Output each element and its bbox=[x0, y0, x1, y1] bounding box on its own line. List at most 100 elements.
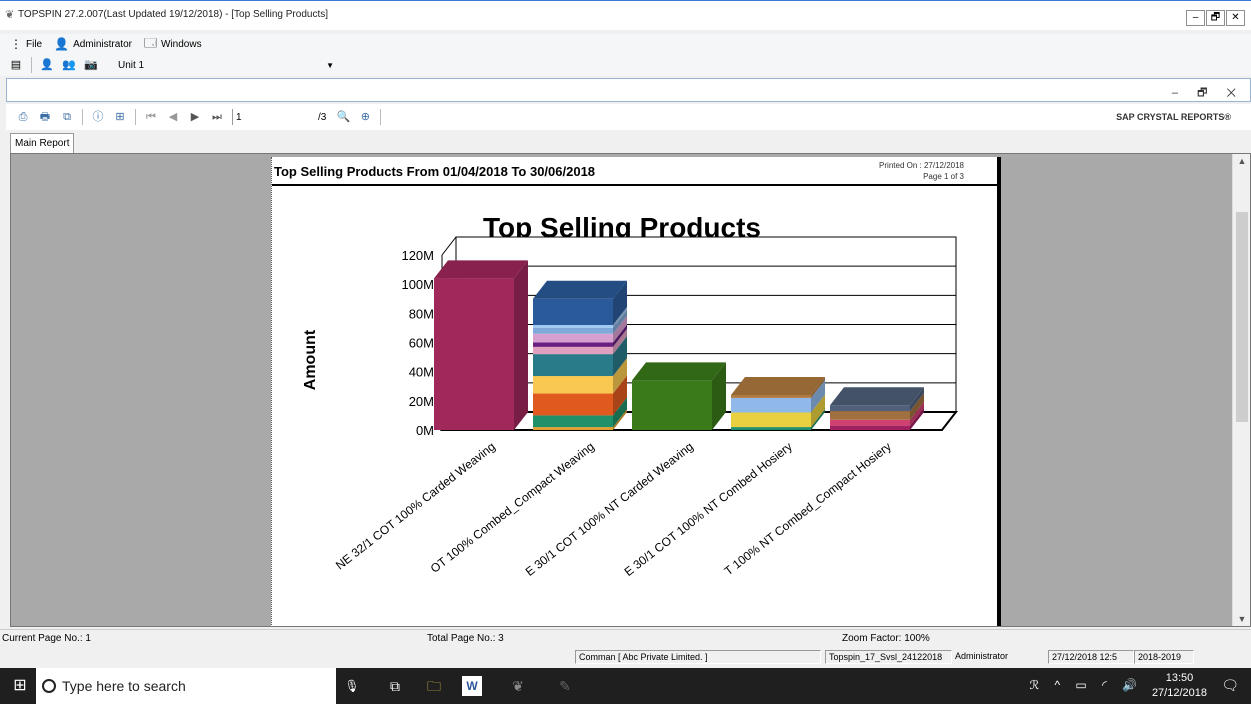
unit-select-value: Unit 1 bbox=[118, 60, 145, 71]
maximize-button[interactable]: 🗗 bbox=[1206, 10, 1225, 26]
scroll-thumb[interactable] bbox=[1236, 212, 1248, 422]
bar-segment bbox=[533, 354, 613, 377]
bar-segment bbox=[830, 411, 910, 420]
bar-top bbox=[632, 362, 726, 381]
app-icon: ❦ bbox=[5, 9, 15, 21]
separator bbox=[82, 109, 83, 125]
scroll-up-icon[interactable]: ▲ bbox=[1233, 156, 1250, 166]
bar-top bbox=[533, 280, 627, 299]
search-placeholder: Type here to search bbox=[62, 678, 186, 694]
title-bar: ❦ TOPSPIN 27.2.007(Last Updated 19/12/20… bbox=[0, 0, 1251, 30]
bar-segment bbox=[533, 393, 613, 416]
microphone-icon[interactable]: 🎙 bbox=[342, 676, 362, 696]
minimize-button[interactable]: – bbox=[1186, 10, 1205, 26]
print-icon[interactable]: 🖶 bbox=[37, 109, 53, 125]
y-tick-label: 120M bbox=[401, 248, 434, 263]
close-button[interactable]: ✕ bbox=[1226, 10, 1245, 26]
page-shadow bbox=[997, 157, 1001, 626]
system-tray[interactable]: ℛ ^ ▭ ◜ 🔊 bbox=[1030, 678, 1143, 692]
export-icon[interactable]: ⎙ bbox=[15, 109, 31, 125]
y-tick-label: 40M bbox=[409, 365, 434, 380]
child-window-bar: – 🗗 ✕ bbox=[6, 78, 1251, 102]
bar-segment bbox=[533, 415, 613, 428]
user-icon[interactable]: 👤 bbox=[39, 57, 55, 73]
taskbar-search[interactable]: Type here to search bbox=[36, 668, 336, 704]
word-icon[interactable]: W bbox=[462, 676, 482, 696]
users-icon[interactable]: 👥 bbox=[61, 57, 77, 73]
topspin-app-icon[interactable]: ✎ bbox=[555, 676, 575, 696]
report-toolbar: ⎙ 🖶 ⧉ ⓘ ⊞ ⏮ ◀ ▶ ⏭ /3 🔍 ⊕ SAP CRYSTAL REP… bbox=[6, 104, 1251, 130]
database-cell: Topspin_17_Svsl_24122018 bbox=[825, 650, 952, 664]
bar-segment bbox=[632, 380, 712, 430]
copy-icon[interactable]: ⧉ bbox=[59, 109, 75, 125]
bar-top bbox=[830, 387, 924, 406]
sap-brand: SAP CRYSTAL REPORTS® bbox=[1116, 112, 1231, 122]
x-tick-label: E 30/1 COT 100% NT Combed Hosiery bbox=[622, 439, 795, 579]
task-view-icon[interactable]: ⧉ bbox=[385, 676, 405, 696]
clock-date: 27/12/2018 bbox=[1151, 687, 1207, 699]
bar-segment bbox=[533, 376, 613, 394]
user-icon: 👤 bbox=[54, 37, 70, 51]
prev-page-icon[interactable]: ◀ bbox=[165, 109, 181, 125]
year-cell: 2018-2019 bbox=[1134, 650, 1194, 664]
y-tick-label: 20M bbox=[409, 394, 434, 409]
first-page-icon[interactable]: ⏮ bbox=[143, 109, 159, 125]
help-icon[interactable]: ⓘ bbox=[90, 109, 106, 125]
menu-windows[interactable]: 🗔 Windows bbox=[144, 34, 202, 55]
group-tree-icon[interactable]: ⊞ bbox=[112, 109, 128, 125]
bar-segment bbox=[731, 395, 811, 398]
grid-diagonal bbox=[441, 236, 457, 256]
next-page-icon[interactable]: ▶ bbox=[187, 109, 203, 125]
company-cell: Comman [ Abc Private Limited. ] bbox=[575, 650, 821, 664]
taskbar: ⊞ Type here to search 🎙 ⧉ 🗀 W ❦ ✎ ℛ ^ ▭ … bbox=[0, 668, 1251, 704]
scroll-down-icon[interactable]: ▼ bbox=[1233, 614, 1250, 624]
menu-windows-label: Windows bbox=[161, 38, 202, 50]
zoom-status: Zoom Factor: 100% bbox=[842, 633, 930, 644]
report-viewer[interactable]: Top Selling Products From 01/04/2018 To … bbox=[10, 153, 1251, 627]
page-number-input[interactable] bbox=[232, 109, 314, 125]
printed-info: Printed On : 27/12/2018 Page 1 of 3 bbox=[879, 160, 964, 182]
find-icon[interactable]: 🔍 bbox=[335, 109, 351, 125]
x-tick-label: E 30/1 COT 100% NT Carded Weaving bbox=[523, 439, 696, 579]
total-page-status: Total Page No.: 3 bbox=[427, 633, 504, 644]
y-tick-label: 60M bbox=[409, 336, 434, 351]
user-cell: Administrator bbox=[955, 651, 1009, 661]
clock[interactable]: 13:50 27/12/2018 bbox=[1152, 671, 1207, 701]
bar-segment bbox=[434, 278, 514, 430]
x-tick-label: NE 32/1 COT 100% Carded Weaving bbox=[333, 439, 498, 572]
printed-on: Printed On : 27/12/2018 bbox=[879, 161, 964, 170]
zoom-icon[interactable]: ⊕ bbox=[357, 109, 373, 125]
x-tick-label: OT 100% Combed_Compact Weaving bbox=[428, 439, 597, 575]
window-controls: – 🗗 ✕ bbox=[1185, 10, 1245, 26]
bar-top bbox=[731, 377, 825, 395]
child-window-controls[interactable]: – 🗗 ✕ bbox=[1172, 84, 1244, 103]
separator bbox=[135, 109, 136, 125]
y-tick-label: 0M bbox=[416, 423, 434, 438]
y-tick-label: 100M bbox=[401, 277, 434, 292]
unit-select[interactable]: Unit 1 ▼ bbox=[115, 57, 340, 75]
start-windows-icon[interactable]: ⊞ bbox=[10, 676, 30, 696]
camera-icon[interactable]: 📷 bbox=[83, 57, 99, 73]
list-icon[interactable]: ▤ bbox=[8, 57, 24, 73]
cortana-icon bbox=[42, 679, 56, 693]
bar-segment bbox=[533, 298, 613, 325]
bar-segment bbox=[533, 342, 613, 347]
bar-segment bbox=[533, 327, 613, 334]
report-title: Top Selling Products From 01/04/2018 To … bbox=[274, 164, 596, 179]
menu-administrator[interactable]: 👤 Administrator bbox=[54, 37, 132, 51]
last-page-icon[interactable]: ⏭ bbox=[209, 109, 225, 125]
page-total: /3 bbox=[318, 111, 327, 123]
tab-main-report[interactable]: Main Report bbox=[10, 133, 75, 153]
vertical-scrollbar[interactable]: ▲ ▼ bbox=[1232, 154, 1250, 626]
menu-file-label: File bbox=[26, 38, 43, 50]
bar-segment bbox=[533, 346, 613, 355]
bar-top bbox=[434, 260, 528, 279]
notification-icon[interactable]: 🗨 bbox=[1221, 677, 1239, 694]
bar-segment bbox=[731, 412, 811, 428]
separator bbox=[380, 109, 382, 125]
file-explorer-icon[interactable]: 🗀 bbox=[424, 676, 444, 696]
menu-bar: ⋮ File 👤 Administrator 🗔 Windows bbox=[0, 34, 1251, 54]
menu-file[interactable]: ⋮ File bbox=[10, 37, 42, 51]
page-of: Page 1 of 3 bbox=[923, 172, 964, 181]
app-icon[interactable]: ❦ bbox=[508, 676, 528, 696]
